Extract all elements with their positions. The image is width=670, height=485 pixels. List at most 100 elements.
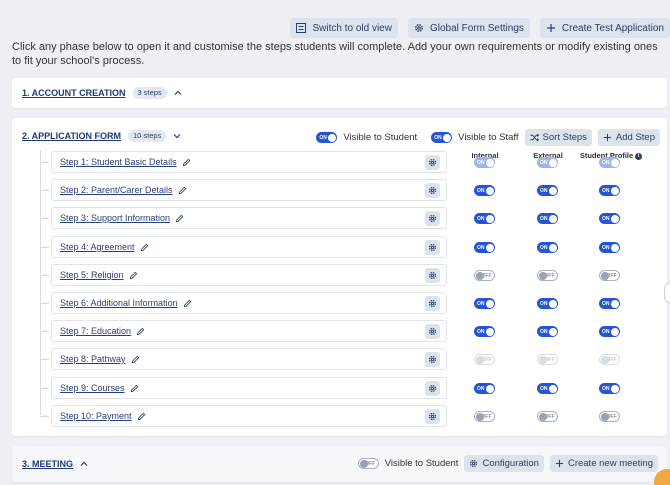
step-settings-button[interactable] [425,211,440,226]
step-link[interactable]: Step 6: Additional Information [60,298,178,308]
gear-icon [415,24,423,32]
step-settings-button[interactable] [425,183,440,198]
sort-steps-button[interactable]: Sort Steps [524,129,592,146]
step-link[interactable]: Step 4: Agreement [60,242,135,252]
step-card[interactable]: Step 7: Education [51,320,447,342]
phase-title[interactable]: 3. MEETING [22,459,73,469]
chevron-up-icon[interactable] [80,460,88,468]
step-card[interactable]: Step 4: Agreement [51,236,447,258]
pencil-icon[interactable] [175,214,184,223]
gear-icon [428,158,437,167]
create-new-meeting-label: Create new meeting [567,458,653,469]
internal-toggle[interactable]: ON [474,213,495,224]
external-toggle[interactable]: OFF [537,270,558,281]
add-step-label: Add Step [615,132,655,143]
info-icon[interactable]: i [635,152,643,160]
add-step-button[interactable]: Add Step [597,129,660,146]
step-settings-button[interactable] [425,381,440,396]
phase-account-creation-card[interactable]: 1. ACCOUNT CREATION 3 steps [12,78,667,108]
gear-icon [428,243,437,252]
step-settings-button[interactable] [425,296,440,311]
external-toggle[interactable]: OFF [537,411,558,422]
step-settings-button[interactable] [425,324,440,339]
step-card[interactable]: Step 6: Additional Information [51,292,447,314]
step-link[interactable]: Step 5: Religion [60,270,124,280]
internal-toggle[interactable]: ON [474,326,495,337]
step-link[interactable]: Step 1: Student Basic Details [60,157,177,167]
list-icon [296,23,307,33]
step-card[interactable]: Step 5: Religion [51,264,447,286]
switch-old-view-label: Switch to old view [312,22,392,34]
step-card[interactable]: Step 3: Support Information [51,207,447,229]
step-link[interactable]: Step 9: Courses [60,383,125,393]
toggle-text: ON [540,187,548,194]
external-toggle[interactable]: ON [537,242,558,253]
create-test-application-button[interactable]: Create Test Application [539,18,670,38]
arrow-icon: → [42,186,48,192]
step-card[interactable]: Step 1: Student Basic Details [51,151,447,173]
visible-to-student-toggle[interactable]: ON [316,132,338,143]
profile-toggle[interactable]: ON [599,242,620,253]
chevron-down-icon[interactable] [173,132,181,140]
visible-to-staff-toggle[interactable]: ON [431,132,453,143]
internal-toggle[interactable]: ON [474,242,495,253]
profile-toggle: OFF [599,354,620,365]
scroll-handle[interactable] [664,283,670,303]
toggle-text: ON [540,244,548,251]
step-settings-button[interactable] [425,409,440,424]
phase-title[interactable]: 1. ACCOUNT CREATION [22,88,126,98]
profile-toggle[interactable]: OFF [599,411,620,422]
step-settings-button[interactable] [425,240,440,255]
external-toggle[interactable]: ON [537,326,558,337]
pencil-icon[interactable] [137,412,146,421]
step-link[interactable]: Step 10: Payment [60,411,132,421]
internal-toggle[interactable]: ON [474,298,495,309]
create-new-meeting-button[interactable]: Create new meeting [549,455,658,472]
step-link[interactable]: Step 2: Parent/Carer Details [60,185,173,195]
internal-toggle[interactable]: ON [474,383,495,394]
chevron-up-icon[interactable] [174,89,182,97]
pencil-icon[interactable] [182,158,191,167]
step-settings-button[interactable] [425,155,440,170]
profile-toggle[interactable]: ON [599,383,620,394]
external-toggle[interactable]: ON [537,213,558,224]
external-toggle[interactable]: ON [537,185,558,196]
step-card[interactable]: Step 8: Pathway [51,348,447,370]
step-settings-button[interactable] [425,268,440,283]
top-toolbar: Switch to old view Global Form Settings … [290,18,670,38]
pencil-icon[interactable] [129,271,138,280]
gear-icon [428,299,437,308]
pencil-icon[interactable] [131,355,140,364]
phase-title[interactable]: 2. APPLICATION FORM [22,131,121,141]
internal-toggle[interactable]: ON [474,185,495,196]
step-link[interactable]: Step 7: Education [60,326,131,336]
internal-toggle[interactable]: OFF [474,270,495,281]
external-toggle[interactable]: ON [537,383,558,394]
pencil-icon[interactable] [136,327,145,336]
toggle-text: ON [477,300,485,307]
profile-toggle[interactable]: ON [599,213,620,224]
toggle-text: ON [477,215,485,222]
visible-to-student-toggle[interactable]: OFF [357,458,379,469]
step-card[interactable]: Step 2: Parent/Carer Details [51,179,447,201]
pencil-icon[interactable] [130,384,139,393]
step-settings-button[interactable] [425,352,440,367]
internal-toggle[interactable]: OFF [474,411,495,422]
toggle-text: ON [477,187,485,194]
pencil-icon[interactable] [183,299,192,308]
step-link[interactable]: Step 3: Support Information [60,213,170,223]
external-toggle[interactable]: ON [537,298,558,309]
step-card[interactable]: Step 10: Payment [51,405,447,427]
profile-toggle[interactable]: ON [599,326,620,337]
pencil-icon[interactable] [178,186,187,195]
global-form-settings-button[interactable]: Global Form Settings [407,18,530,38]
profile-toggle[interactable]: OFF [599,270,620,281]
internal-toggle: OFF [474,354,495,365]
configuration-button[interactable]: Configuration [464,455,544,472]
step-card[interactable]: Step 9: Courses [51,377,447,399]
switch-old-view-button[interactable]: Switch to old view [290,18,398,38]
step-link[interactable]: Step 8: Pathway [60,354,126,364]
profile-toggle[interactable]: ON [599,298,620,309]
profile-toggle[interactable]: ON [599,185,620,196]
pencil-icon[interactable] [140,243,149,252]
